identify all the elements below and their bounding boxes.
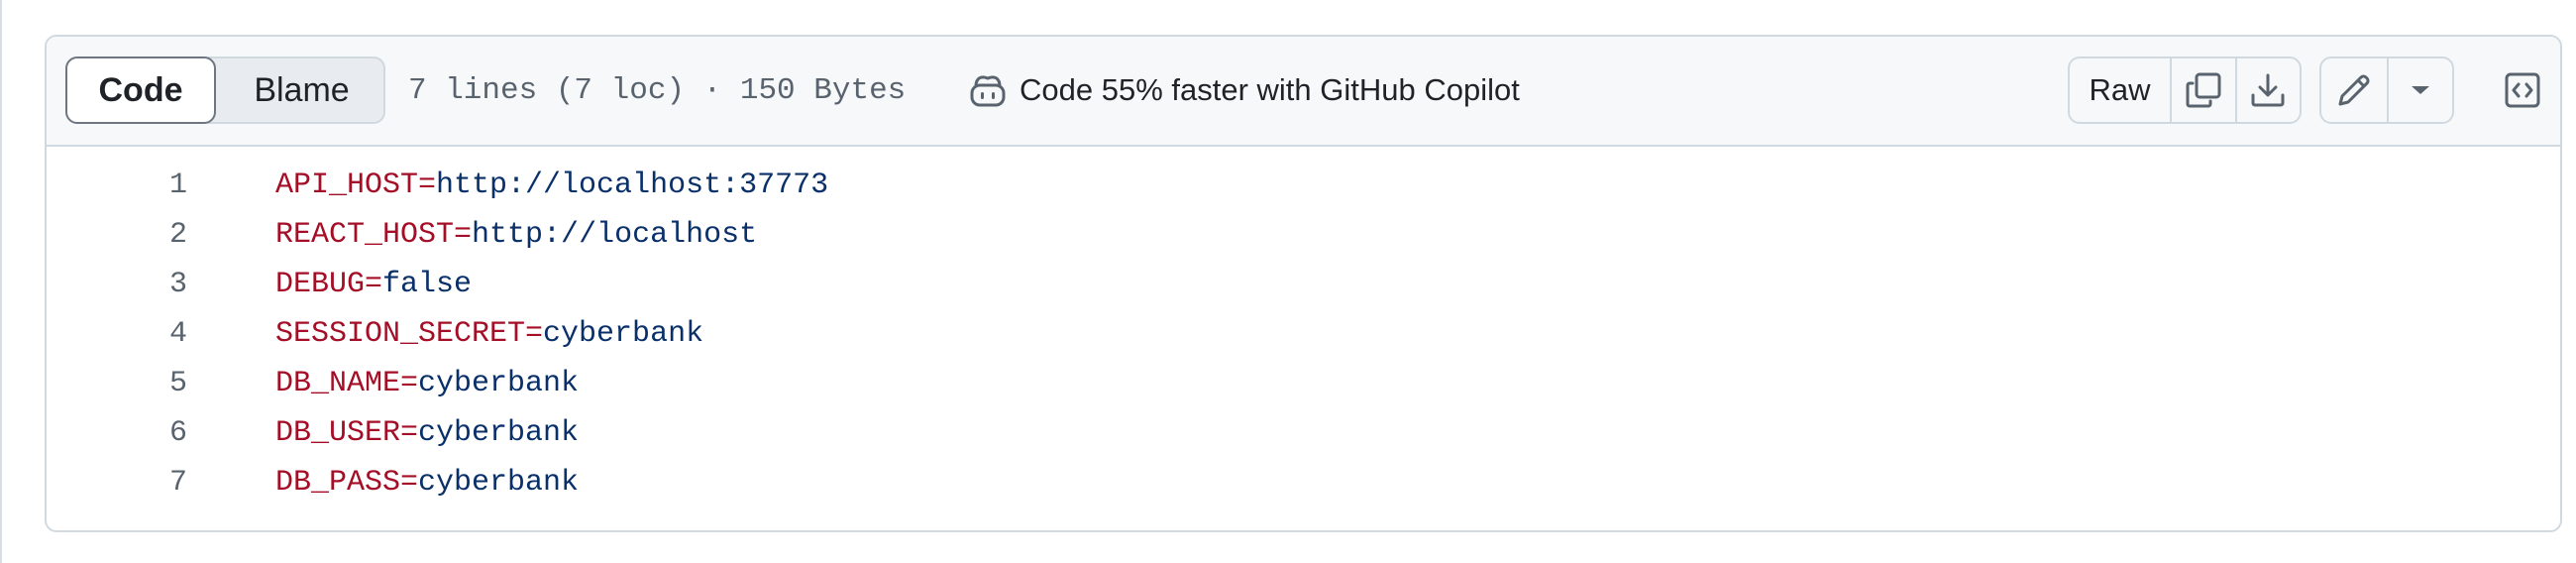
- page-left-edge: [0, 0, 2, 563]
- env-value: cyberbank: [418, 367, 580, 400]
- copilot-icon: [968, 72, 1008, 108]
- raw-button[interactable]: Raw: [2070, 58, 2170, 122]
- code-content: 1 API_HOST=http://localhost:37773 2 REAC…: [47, 147, 2560, 507]
- line-number[interactable]: 7: [47, 466, 187, 500]
- code-line: 6 DB_USER=cyberbank: [47, 408, 2560, 458]
- line-number[interactable]: 1: [47, 169, 187, 202]
- caret-down-icon: [2409, 83, 2432, 97]
- line-text: DB_PASS=cyberbank: [275, 466, 579, 500]
- env-key: SESSION_SECRET=: [275, 317, 544, 351]
- code-tab[interactable]: Code: [65, 56, 216, 124]
- env-value: http://localhost:37773: [436, 169, 829, 202]
- env-key: DEBUG=: [275, 268, 383, 301]
- edit-options-dropdown[interactable]: [2387, 58, 2452, 122]
- view-mode-toggle: Code Blame: [65, 56, 385, 124]
- copilot-promo-text: Code 55% faster with GitHub Copilot: [1020, 72, 1520, 107]
- code-line: 7 DB_PASS=cyberbank: [47, 458, 2560, 507]
- env-value: cyberbank: [418, 466, 580, 500]
- download-icon: [2248, 70, 2288, 110]
- env-value: http://localhost: [472, 218, 758, 252]
- code-line: 1 API_HOST=http://localhost:37773: [47, 161, 2560, 210]
- line-number[interactable]: 4: [47, 317, 187, 351]
- line-number[interactable]: 2: [47, 218, 187, 252]
- copy-raw-button[interactable]: [2170, 58, 2234, 122]
- env-key: REACT_HOST=: [275, 218, 473, 252]
- code-line: 3 DEBUG=false: [47, 260, 2560, 309]
- line-text: SESSION_SECRET=cyberbank: [275, 317, 703, 351]
- env-key: API_HOST=: [275, 169, 437, 202]
- line-text: DEBUG=false: [275, 268, 472, 301]
- env-value: cyberbank: [543, 317, 704, 351]
- blame-tab[interactable]: Blame: [216, 56, 387, 124]
- env-key: DB_PASS=: [275, 466, 419, 500]
- edit-file-button[interactable]: [2321, 58, 2387, 122]
- line-number[interactable]: 5: [47, 367, 187, 400]
- env-value: false: [382, 268, 473, 301]
- line-text: DB_NAME=cyberbank: [275, 367, 579, 400]
- line-text: DB_USER=cyberbank: [275, 416, 579, 450]
- line-text: REACT_HOST=http://localhost: [275, 218, 757, 252]
- raw-copy-download-group: Raw: [2068, 56, 2302, 124]
- code-square-icon: [2503, 70, 2542, 110]
- env-key: DB_NAME=: [275, 367, 419, 400]
- download-button[interactable]: [2234, 58, 2300, 122]
- copilot-promo-link[interactable]: Code 55% faster with GitHub Copilot: [968, 56, 1520, 124]
- file-viewer: Code Blame 7 lines (7 loc) · 150 Bytes C…: [45, 35, 2562, 532]
- edit-button-group: [2319, 56, 2454, 124]
- code-line: 4 SESSION_SECRET=cyberbank: [47, 309, 2560, 359]
- code-line: 5 DB_NAME=cyberbank: [47, 359, 2560, 408]
- line-text: API_HOST=http://localhost:37773: [275, 169, 828, 202]
- file-info: 7 lines (7 loc) · 150 Bytes: [408, 72, 907, 108]
- line-number[interactable]: 6: [47, 416, 187, 450]
- line-number[interactable]: 3: [47, 268, 187, 301]
- symbols-panel-button[interactable]: [2489, 56, 2556, 124]
- copy-icon: [2184, 70, 2223, 110]
- code-line: 2 REACT_HOST=http://localhost: [47, 210, 2560, 260]
- file-header: Code Blame 7 lines (7 loc) · 150 Bytes C…: [47, 37, 2560, 147]
- pencil-icon: [2334, 70, 2374, 110]
- env-value: cyberbank: [418, 416, 580, 450]
- env-key: DB_USER=: [275, 416, 419, 450]
